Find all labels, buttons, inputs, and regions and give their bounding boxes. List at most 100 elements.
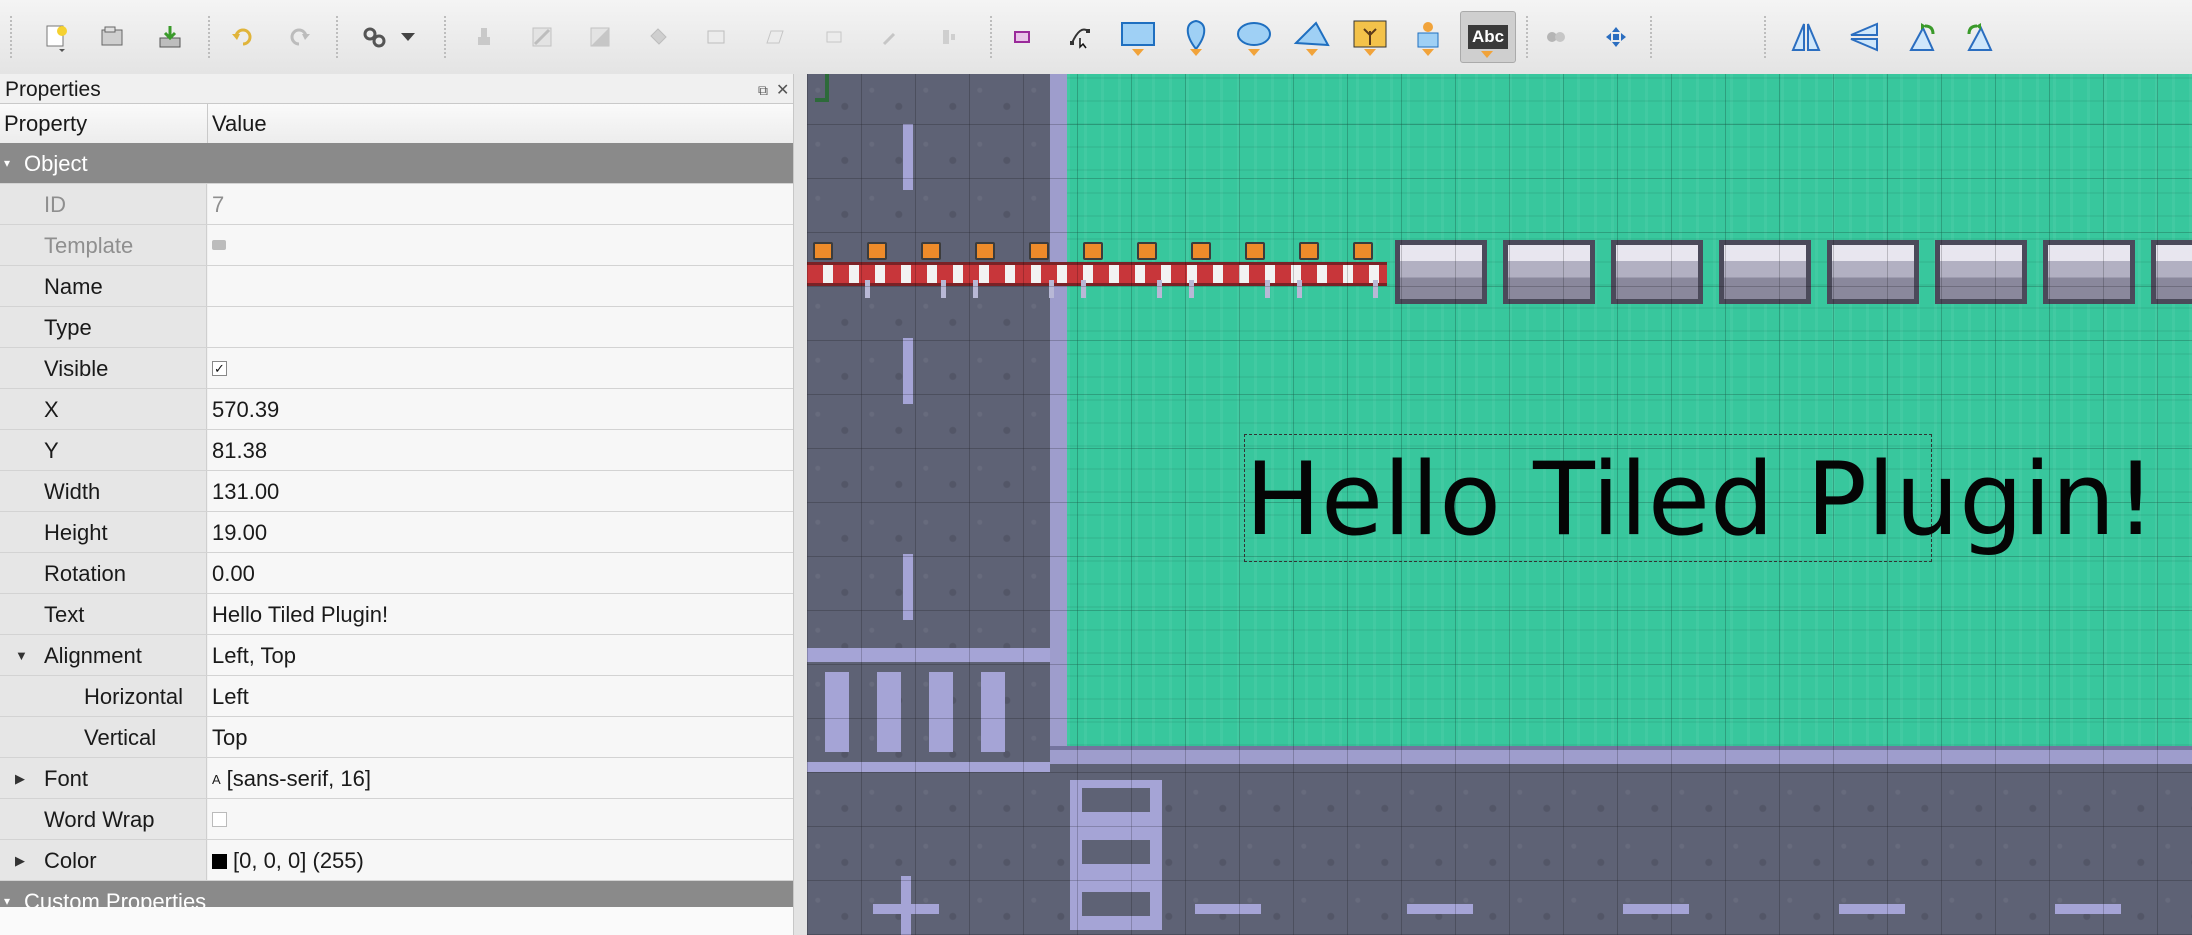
property-label: Visible [44,356,109,381]
property-row-horizontal[interactable]: Horizontal Left [0,676,793,717]
property-row-color[interactable]: ▶ Color [0, 0, 0] (255) [0,840,793,881]
color-text: [0, 0, 0] (255) [233,848,364,873]
select-same-tile-icon [866,14,914,60]
property-label: Alignment [44,643,142,668]
open-icon[interactable] [88,14,136,60]
height-field[interactable]: 19.00 [212,520,267,546]
undo-icon[interactable] [218,14,266,60]
dropdown-arrow-icon[interactable] [394,14,422,60]
rotate-right-icon[interactable] [1956,14,2004,60]
property-label: Text [44,602,85,627]
insert-tile-icon[interactable] [1346,14,1394,60]
group-label: Object [24,151,88,176]
new-map-icon[interactable] [32,14,80,60]
insert-text-icon[interactable]: Abc [1460,11,1516,63]
object-group-header[interactable]: ▾ Object [0,143,793,184]
color-swatch [212,854,227,869]
visible-checkbox[interactable]: ✓ [212,361,227,376]
expand-icon[interactable]: ▶ [15,771,25,787]
alignment-value: Left, Top [212,643,296,668]
eraser-icon [576,14,624,60]
map-canvas[interactable]: Hello Tiled Plugin! [807,74,2192,935]
property-label: ID [44,192,66,217]
property-row-visible[interactable]: Visible ✓ [0,348,793,389]
redo-icon[interactable] [276,14,324,60]
font-icon: A [212,772,221,787]
collapse-icon[interactable]: ▼ [15,648,28,663]
property-row-rotation[interactable]: Rotation 0.00 [0,553,793,594]
insert-template-icon[interactable] [1404,14,1452,60]
rotation-field[interactable]: 0.00 [212,561,255,587]
property-row-alignment[interactable]: ▼ Alignment Left, Top [0,635,793,676]
move-icon[interactable] [1592,14,1640,60]
custom-properties-area [0,907,793,935]
close-icon[interactable]: ✕ [776,80,789,100]
property-label: Word Wrap [44,807,155,832]
property-label: Width [44,479,101,504]
disabled-tool-icon [1532,14,1580,60]
corner-marker [815,74,829,102]
insert-ellipse-icon[interactable] [1230,14,1278,60]
value-column-header[interactable]: Value [212,111,267,137]
insert-point-icon[interactable] [1172,14,1220,60]
property-row-y[interactable]: Y 81.38 [0,430,793,471]
edit-polygons-icon[interactable] [1056,14,1104,60]
property-label: Horizontal [84,684,184,709]
word-wrap-checkbox[interactable] [212,812,227,827]
width-field[interactable]: 131.00 [212,479,279,505]
property-row-x[interactable]: X 570.39 [0,389,793,430]
property-label: X [44,397,59,422]
rectangle-select-icon [692,14,740,60]
property-label: Template [44,233,134,258]
insert-rectangle-icon[interactable] [1114,14,1162,60]
property-label: Height [44,520,108,545]
save-icon[interactable] [146,14,194,60]
property-label: Rotation [44,561,126,586]
property-column-header[interactable]: Property [4,111,87,137]
id-value: 7 [212,192,225,217]
property-label: Type [44,315,92,340]
property-row-vertical[interactable]: Vertical Top [0,717,793,758]
property-row-name[interactable]: Name [0,266,793,307]
y-field[interactable]: 81.38 [212,438,267,464]
properties-panel: Properties ⧉ ✕ Property Value ▾ Object I… [0,74,793,935]
float-panel-icon[interactable]: ⧉ [758,82,768,99]
collapse-icon[interactable]: ▾ [4,894,10,908]
property-row-word-wrap[interactable]: Word Wrap [0,799,793,840]
x-field[interactable]: 570.39 [212,397,279,423]
font-value[interactable]: A [sans-serif, 16] [212,766,371,792]
expand-icon[interactable]: ▶ [15,853,25,869]
color-value[interactable]: [0, 0, 0] (255) [212,848,364,874]
text-field[interactable]: Hello Tiled Plugin! [212,602,388,628]
vertical-select[interactable]: Top [212,725,247,751]
property-row-height[interactable]: Height 19.00 [0,512,793,553]
property-row-font[interactable]: ▶ Font A [sans-serif, 16] [0,758,793,799]
pick-tile-icon [924,14,972,60]
horizontal-select[interactable]: Left [212,684,249,710]
property-label: Y [44,438,59,463]
font-text: [sans-serif, 16] [226,766,371,791]
flip-vertical-icon[interactable] [1840,14,1888,60]
panel-splitter[interactable] [793,74,808,935]
property-row-template[interactable]: Template [0,225,793,266]
rotate-left-icon[interactable] [1898,14,1946,60]
insert-polygon-icon[interactable] [1288,14,1336,60]
shape-fill-icon [750,14,798,60]
magic-wand-icon [810,14,858,60]
select-objects-icon[interactable] [998,14,1046,60]
property-row-type[interactable]: Type [0,307,793,348]
table-header: Property Value [0,103,793,145]
terrain-brush-icon [518,14,566,60]
property-row-text[interactable]: Text Hello Tiled Plugin! [0,594,793,635]
main-toolbar: Abc [0,0,2192,75]
panel-title: Properties [5,78,101,101]
flip-horizontal-icon[interactable] [1782,14,1830,60]
text-object[interactable]: Hello Tiled Plugin! [1244,434,2156,562]
template-icon[interactable] [212,240,226,250]
property-row-width[interactable]: Width 131.00 [0,471,793,512]
collapse-icon[interactable]: ▾ [4,156,10,170]
bucket-fill-icon [634,14,682,60]
stamp-settings-icon[interactable] [350,14,398,60]
property-label: Vertical [84,725,157,750]
property-row-id[interactable]: ID 7 [0,184,793,225]
